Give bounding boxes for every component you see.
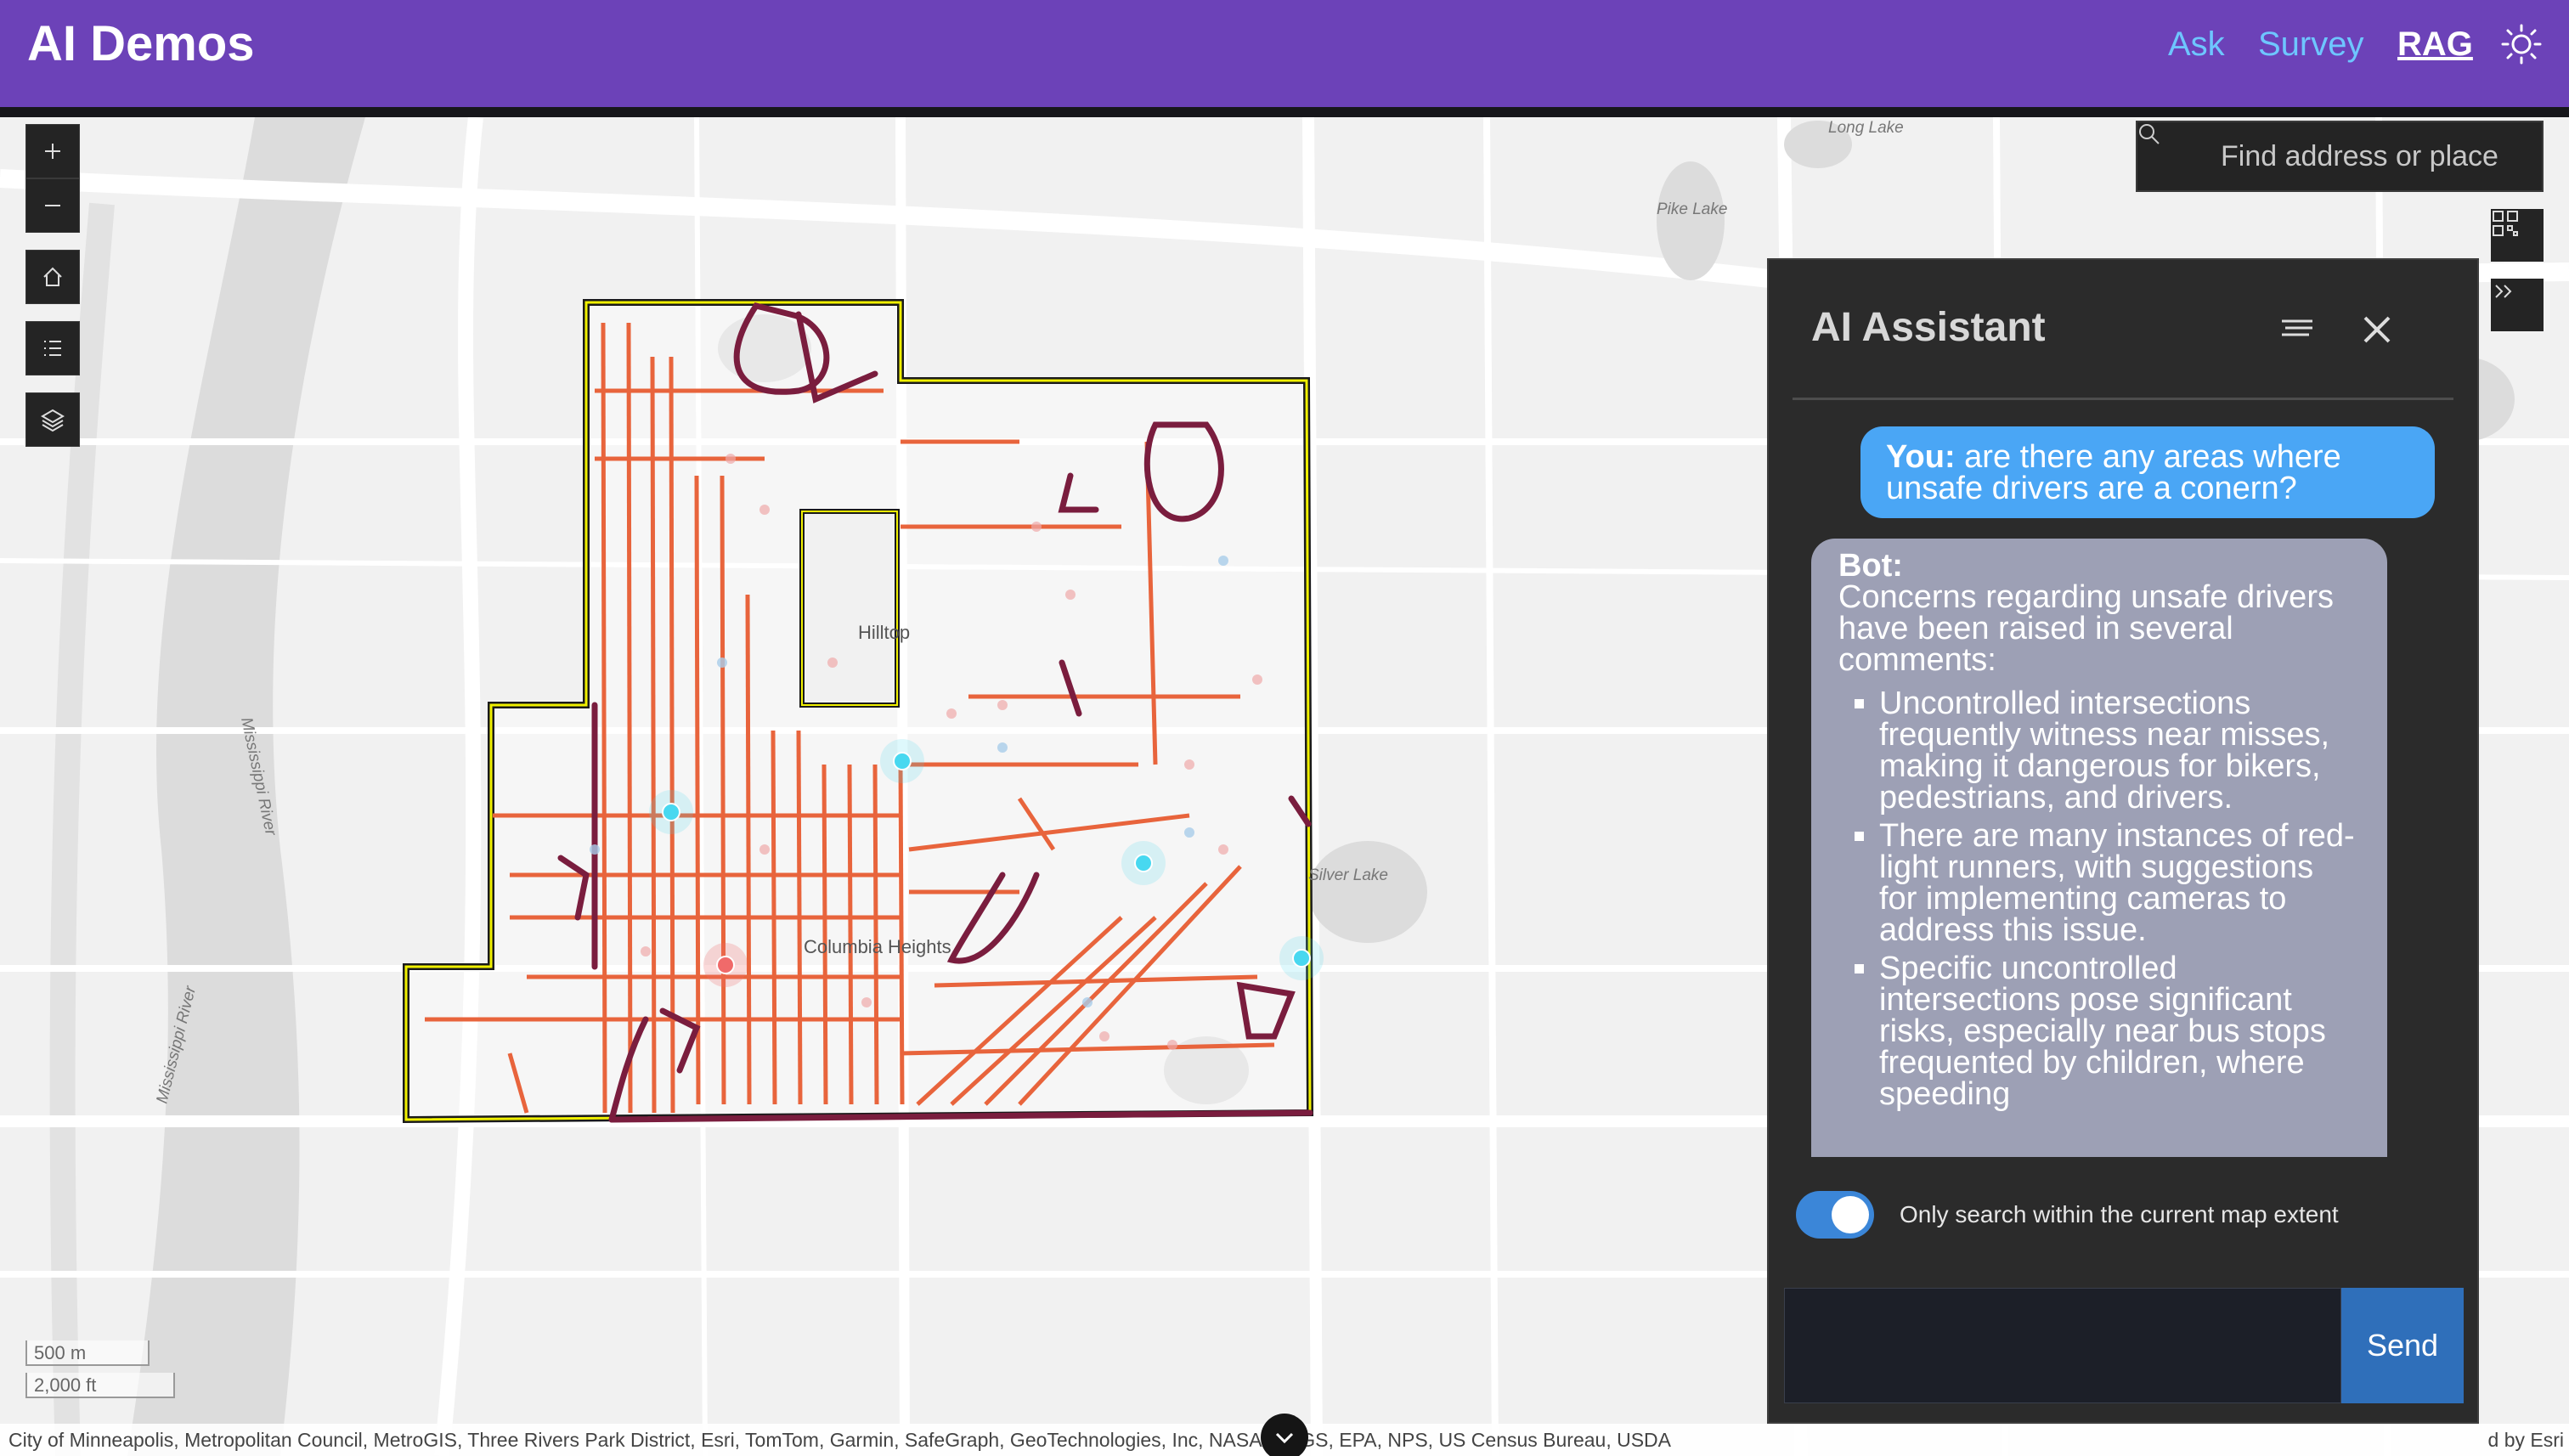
zoom-in-button[interactable] (25, 124, 80, 178)
sun-icon[interactable] (2501, 24, 2542, 65)
attribution-esri: d by Esri (2487, 1429, 2564, 1451)
bot-point: There are many instances of red-light ru… (1879, 820, 2360, 946)
extent-toggle-label: Only search within the current map exten… (1900, 1201, 2339, 1227)
bot-intro: Concerns regarding unsafe drivers have b… (1838, 579, 2334, 678)
map-label-long-lake: Long Lake (1828, 119, 1904, 137)
header-divider (0, 107, 2569, 117)
extent-toggle-row: Only search within the current map exten… (1796, 1191, 2339, 1239)
close-icon[interactable] (2353, 306, 2401, 353)
basemap-layers-icon[interactable] (25, 392, 80, 447)
send-button[interactable]: Send (2341, 1288, 2464, 1403)
map-label-columbia-heights: Columbia Heights (804, 936, 951, 957)
nav-survey[interactable]: Survey (2258, 25, 2364, 64)
bot-message: Bot: Concerns regarding unsafe drivers h… (1811, 539, 2387, 1157)
zoom-out-button[interactable] (25, 178, 80, 233)
layer-list-icon[interactable] (25, 321, 80, 375)
nav-ask[interactable]: Ask (2168, 25, 2225, 64)
panel-title: AI Assistant (1811, 305, 2046, 350)
app-title: AI Demos (27, 16, 255, 71)
user-prefix: You: (1886, 439, 1956, 475)
map-label-pike-lake: Pike Lake (1657, 200, 1727, 218)
menu-icon[interactable] (2273, 306, 2321, 353)
map-search[interactable] (2136, 121, 2544, 192)
chevron-down-icon[interactable] (1261, 1414, 1308, 1456)
qr-code-icon[interactable] (2491, 209, 2544, 262)
map-label-silver-lake: Silver Lake (1308, 866, 1388, 884)
bot-point: Uncontrolled intersections frequently wi… (1879, 687, 2360, 814)
extent-toggle[interactable] (1796, 1191, 1874, 1239)
ai-assistant-panel: AI Assistant You: are there any areas wh… (1767, 258, 2479, 1424)
nav-rag[interactable]: RAG (2397, 25, 2473, 64)
scale-bar-metric: 500 m (25, 1340, 150, 1366)
attribution-text: City of Minneapolis, Metropolitan Counci… (8, 1429, 1672, 1451)
bot-point: Specific uncontrolled intersections pose… (1879, 952, 2360, 1110)
user-message: You: are there any areas where unsafe dr… (1860, 426, 2435, 518)
panel-divider (1793, 398, 2453, 400)
home-icon[interactable] (25, 250, 80, 304)
chat-history[interactable]: You: are there any areas where unsafe dr… (1793, 409, 2455, 1157)
bot-prefix: Bot: (1838, 548, 1903, 584)
message-input[interactable] (1784, 1288, 2341, 1403)
expand-panel-icon[interactable] (2491, 279, 2544, 331)
scale-bar-imperial: 2,000 ft (25, 1373, 175, 1398)
app-header: AI Demos Ask Survey RAG (0, 0, 2569, 107)
map-label-hilltop: Hilltop (858, 622, 910, 643)
toggle-knob (1832, 1196, 1869, 1233)
bot-points: Uncontrolled intersections frequently wi… (1838, 687, 2360, 1110)
search-input[interactable] (2219, 138, 2533, 174)
